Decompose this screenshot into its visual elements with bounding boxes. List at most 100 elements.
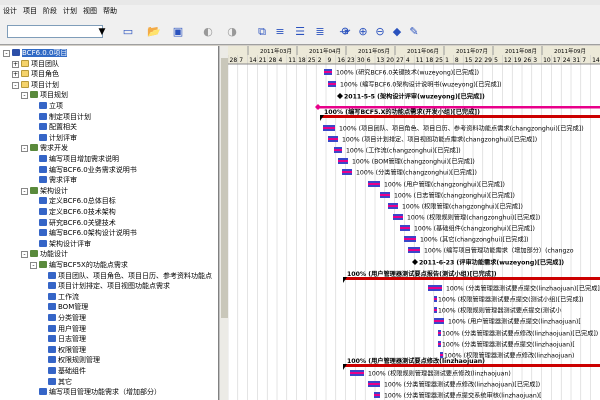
filter-icon[interactable]: ▼ [94,24,110,40]
tree-node[interactable]: 用户管理 [39,324,86,335]
folder-icon [21,80,29,88]
tree-node[interactable]: 计划评审 [30,133,77,144]
expand-toggle-icon[interactable]: - [3,50,10,57]
redo-icon[interactable]: ◑ [224,24,240,40]
search-input[interactable] [7,25,103,38]
task-icon [39,239,47,247]
zoom-in-icon[interactable]: ⊕ [355,24,371,40]
scroll-thumb[interactable] [221,58,228,318]
expand-toggle-icon[interactable]: - [30,262,37,269]
tree-node[interactable]: 架构设计评审 [30,239,91,250]
tree-node[interactable]: 定义BCF6.0总体目标 [30,196,116,207]
menu-item-4[interactable]: 视图 [80,5,100,18]
task-progress [388,205,398,207]
tree-node[interactable]: - 项目计划 [12,80,59,91]
expand-toggle-icon[interactable]: - [21,145,28,153]
menu-item-1[interactable]: 项目 [20,5,40,18]
tree-node[interactable]: 编写项目管理功能需求（增加部分） [30,387,161,398]
tree-node-label: 功能设计 [40,250,68,259]
task-icon [48,377,56,385]
tree-node[interactable]: BOM管理 [39,302,88,313]
tree-node[interactable]: 立项 [30,101,63,112]
tree-node-label: 项目计划 [31,80,59,89]
tree-node-label: 用户管理 [58,324,86,333]
paste-icon[interactable]: ≡ [272,24,288,40]
tree-node[interactable]: 定义BCF6.0技术架构 [30,207,116,218]
zoom-out-icon[interactable]: ⊖ [372,24,388,40]
open-icon[interactable]: 📂 [146,24,162,40]
save-icon[interactable]: ▣ [170,24,186,40]
tag-icon[interactable]: ◆ [389,24,405,40]
task-icon [48,335,56,343]
copy-icon[interactable]: ⧉ [254,24,270,40]
tree-node[interactable]: 配置相关 [30,122,77,133]
task-icon [39,388,47,396]
tree-node[interactable]: 制定项目计划 [30,112,91,123]
tree-node[interactable]: 编写项目增加需求说明 [30,154,119,165]
gantt-chart[interactable]: 2011年03月 2011年04月 2011年05月 2011年06月 2011年07月… [228,46,600,400]
day-label: 8 [455,57,459,64]
tree-node[interactable]: 日志管理 [39,334,86,345]
menu-item-2[interactable]: 阶段 [40,5,60,18]
align-center-icon[interactable]: ≣ [312,24,328,40]
day-label: 7 [239,57,243,64]
tree-node[interactable]: 编写BCF6.0架构设计说明书 [30,228,137,239]
day-label: 12 [504,57,512,64]
undo-icon[interactable]: ◐ [200,24,216,40]
refresh-icon[interactable]: ⟳ [338,24,354,40]
expand-toggle-icon[interactable]: - [21,251,28,259]
task-progress [323,127,335,129]
day-label: 24 [563,57,571,64]
day-label: 11 [416,57,424,64]
day-label: 17 [553,57,561,64]
menu-item-3[interactable]: 计划 [60,5,80,18]
task-label: 100% (用户管理器测试要点修改(linzhaojuan) [347,357,485,365]
tree-node[interactable]: - 项目规划 [21,90,68,101]
paint-icon[interactable]: ✎ [406,24,422,40]
tree-node[interactable]: 权限规则管理 [39,355,100,366]
tree-node[interactable]: + 项目团队 [12,59,59,70]
tree-node[interactable]: 研究BCF6.0关键技术 [30,218,116,229]
day-label: 14 [592,57,600,64]
task-label: 100% (用户管理器测试要点提交(linzhaojuan)[ [448,318,581,326]
task-label: 100% (项目团队、项目角色、项目日历、参考资料功能点需求(changzong… [339,125,584,133]
tree-node[interactable]: 编写BCF6.0业务需求说明书 [30,165,137,176]
tree-node[interactable]: - 编写BCF5X的功能点需求 [30,260,128,271]
tree-node-label: BCF6.0.0项目 [22,49,68,57]
expand-toggle-icon[interactable]: + [12,60,19,68]
menu-item-0[interactable]: 设计 [0,5,20,18]
page-icon[interactable]: ▭ [120,24,136,40]
task-progress [328,83,336,85]
task-progress [374,394,380,396]
align-icon[interactable]: ☰ [292,24,308,40]
expand-toggle-icon[interactable]: - [21,187,28,195]
tree-node[interactable]: - 需求开发 [21,143,68,154]
task-icon [39,197,47,205]
tree-node[interactable]: - 功能设计 [21,249,68,260]
tree-node[interactable]: 工作流 [39,292,79,303]
tree-node[interactable]: + 项目角色 [12,69,59,80]
tree-node[interactable]: 项目计划排定、项目视图功能点需求 [39,281,170,292]
tree-node[interactable]: 权限管理 [39,345,86,356]
project-tree[interactable]: - BCF6.0.0项目 + 项目团队 + 项目角色 - 项目计划 - 项目规划 立项 制定项目计划配… [0,46,219,400]
expand-toggle-icon[interactable]: - [21,92,28,100]
tree-node[interactable]: 分类管理 [39,313,86,324]
tree-node-label: 其它 [58,377,72,386]
tree-node-label: BOM管理 [58,303,89,312]
tree-node[interactable]: 其它 [39,377,72,388]
tree-node[interactable]: 需求评审 [30,175,77,186]
day-label: 31 [573,57,581,64]
menu-item-5[interactable]: 帮助 [100,5,120,18]
tree-node[interactable]: - BCF6.0.0项目 [3,48,68,59]
tree-node[interactable]: - 架构设计 [21,186,68,197]
task-label: 100% (分类管理(changzonghui)[已完成]) [356,169,477,177]
tree-node-label: 基础组件 [58,367,86,375]
tree-node[interactable]: 基础组件 [39,366,86,377]
tree-node-label: 架构设计 [40,186,68,195]
tree-node[interactable]: 项目团队、项目角色、项目日历、参考资料功能点 [39,271,212,282]
task-label: 100% (编写BCF6.0架构设计说明书(wuzeyong)[已完成]) [340,81,502,89]
day-label: 19 [514,57,522,64]
expand-toggle-icon[interactable]: - [12,81,19,89]
task-progress [400,227,410,229]
expand-toggle-icon[interactable]: + [12,71,19,79]
